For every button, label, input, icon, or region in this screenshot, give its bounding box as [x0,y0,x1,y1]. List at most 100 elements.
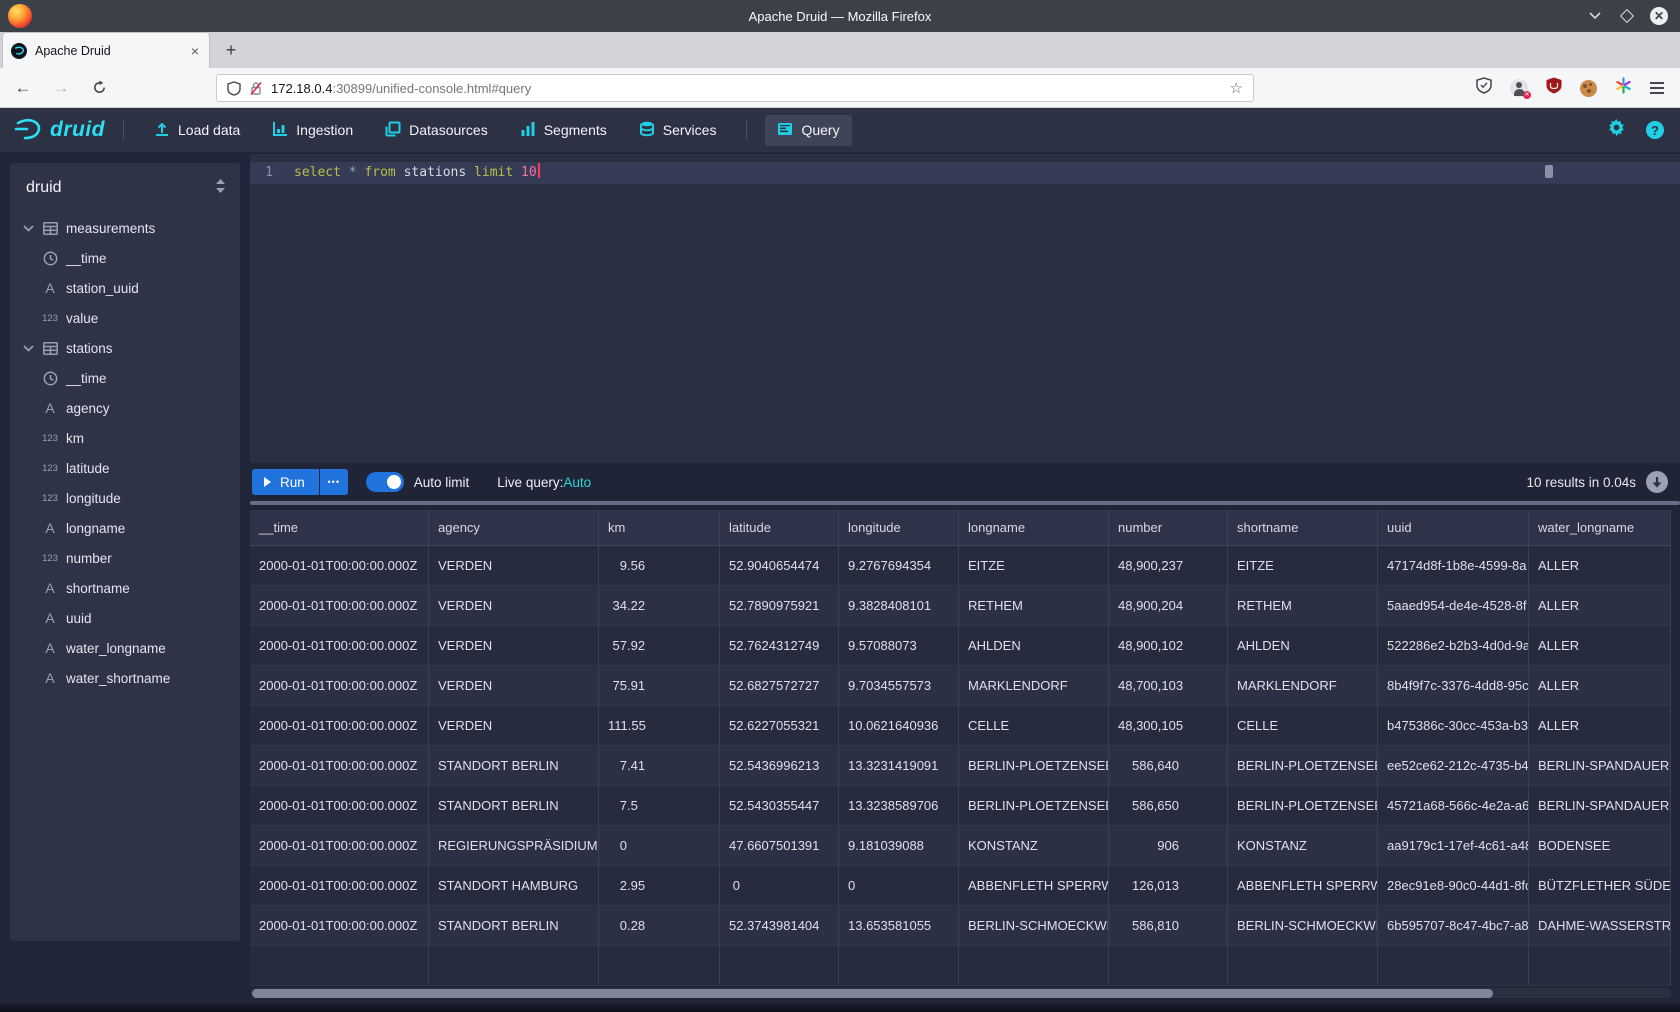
table-cell[interactable]: 8b4f9f7c-3376-4dd8-95c [1378,666,1529,706]
table-cell[interactable]: 13.3231419091 [839,746,959,786]
table-cell[interactable]: MARKLENDORF [1228,666,1378,706]
table-cell[interactable]: 7.41 [599,746,720,786]
table-cell[interactable]: BODENSEE [1529,826,1671,866]
table-cell[interactable]: BERLIN-PLOETZENSEE U [959,786,1109,826]
insecure-lock-icon[interactable] [249,81,263,96]
table-cell[interactable]: 2000-01-01T00:00:00.000Z [250,866,429,906]
table-cell[interactable]: 586,650 [1109,786,1228,826]
table-cell[interactable]: 52.6827572727 [720,666,839,706]
column-header-shortname[interactable]: shortname [1228,510,1378,546]
table-cell[interactable]: BERLIN-SCHMOECKWITZ [959,906,1109,946]
table-cell[interactable]: ALLER [1529,626,1671,666]
table-cell[interactable]: 2000-01-01T00:00:00.000Z [250,586,429,626]
sort-columns-icon[interactable] [215,179,226,198]
table-cell[interactable]: ABBENFLETH SPERRWEI [1228,866,1378,906]
horizontal-scrollbar-thumb[interactable] [252,989,1493,998]
nav-item-query[interactable]: Query [765,115,851,146]
column-header-agency[interactable]: agency [429,510,599,546]
table-cell[interactable]: RETHEM [1228,586,1378,626]
table-cell[interactable]: 5aaed954-de4e-4528-8f [1378,586,1529,626]
table-cell[interactable]: VERDEN [429,706,599,746]
table-cell[interactable]: 0.28 [599,906,720,946]
table-cell[interactable]: KONSTANZ [1228,826,1378,866]
help-icon[interactable]: ? [1646,121,1664,139]
resize-splitter[interactable] [250,501,1680,505]
window-minimize-icon[interactable] [1586,7,1604,25]
table-cell[interactable]: 47.6607501391 [720,826,839,866]
table-cell[interactable]: 10.0621640936 [839,706,959,746]
window-maximize-icon[interactable] [1618,7,1636,25]
table-cell[interactable]: VERDEN [429,626,599,666]
table-cell[interactable]: 6b595707-8c47-4bc7-a8 [1378,906,1529,946]
table-cell[interactable]: DAHME-WASSERSTRAS [1529,906,1671,946]
table-cell[interactable]: STANDORT BERLIN [429,746,599,786]
editor-scrollbar-thumb[interactable] [1545,165,1553,178]
table-cell[interactable]: 2000-01-01T00:00:00.000Z [250,746,429,786]
table-cell[interactable]: 48,900,237 [1109,546,1228,586]
nav-item-services[interactable]: Services [627,115,729,146]
table-cell[interactable]: 9.181039088 [839,826,959,866]
forward-button[interactable]: → [46,73,76,103]
window-close-icon[interactable]: ✕ [1650,7,1668,25]
table-cell[interactable]: STANDORT HAMBURG [429,866,599,906]
table-cell[interactable]: 47174d8f-1b8e-4599-8a [1378,546,1529,586]
column-header-uuid[interactable]: uuid [1378,510,1529,546]
tree-item-water-longname[interactable]: Awater_longname [10,633,240,663]
table-cell[interactable]: VERDEN [429,666,599,706]
extension-asterisk-icon[interactable] [1615,77,1632,99]
table-cell[interactable]: BERLIN-PLOETZENSEE C [959,746,1109,786]
column-header-longname[interactable]: longname [959,510,1109,546]
table-cell[interactable]: VERDEN [429,586,599,626]
table-cell[interactable]: 52.5430355447 [720,786,839,826]
column-header-longitude[interactable]: longitude [839,510,959,546]
browser-tab[interactable]: Apache Druid × [2,32,210,68]
table-cell[interactable]: b475386c-30cc-453a-b3 [1378,706,1529,746]
table-cell[interactable]: 52.3743981404 [720,906,839,946]
table-cell[interactable]: 2000-01-01T00:00:00.000Z [250,906,429,946]
tree-item-km[interactable]: 123km [10,423,240,453]
table-cell[interactable]: 9.56 [599,546,720,586]
table-cell[interactable]: 75.91 [599,666,720,706]
table-cell[interactable]: 48,300,105 [1109,706,1228,746]
table-cell[interactable]: 2000-01-01T00:00:00.000Z [250,666,429,706]
column-header-number[interactable]: number [1109,510,1228,546]
table-cell[interactable]: 45721a68-566c-4e2a-a6 [1378,786,1529,826]
table-cell[interactable]: ALLER [1529,706,1671,746]
run-more-button[interactable]: ••• [320,469,348,495]
table-cell[interactable]: STANDORT BERLIN [429,786,599,826]
table-cell[interactable]: RETHEM [959,586,1109,626]
table-cell[interactable]: EITZE [1228,546,1378,586]
table-cell[interactable]: 2000-01-01T00:00:00.000Z [250,826,429,866]
table-cell[interactable]: 2000-01-01T00:00:00.000Z [250,786,429,826]
download-icon[interactable] [1646,471,1668,493]
table-cell[interactable]: 48,700,103 [1109,666,1228,706]
url-text[interactable]: 172.18.0.4:30899/unified-console.html#qu… [271,81,1230,96]
tab-close-icon[interactable]: × [189,43,201,59]
table-cell[interactable]: 2.95 [599,866,720,906]
table-cell[interactable]: 0 [839,866,959,906]
chevron-down-icon[interactable] [21,225,35,232]
table-cell[interactable]: VERDEN [429,546,599,586]
bookmark-star-icon[interactable]: ☆ [1230,79,1243,97]
tree-item-longitude[interactable]: 123longitude [10,483,240,513]
tree-item-latitude[interactable]: 123latitude [10,453,240,483]
nav-item-segments[interactable]: Segments [508,115,619,146]
table-cell[interactable]: 52.6227055321 [720,706,839,746]
table-cell[interactable]: 522286e2-b2b3-4d0d-9a [1378,626,1529,666]
table-cell[interactable]: 48,900,102 [1109,626,1228,666]
run-button[interactable]: Run [252,469,319,495]
query-editor[interactable]: 1 select * from stations limit 10 [250,154,1680,463]
profile-avatar-icon[interactable]: ✕ [1510,79,1528,97]
table-cell[interactable]: 28ec91e8-90c0-44d1-8fc [1378,866,1529,906]
tree-item-value[interactable]: 123value [10,303,240,333]
table-cell[interactable]: ALLER [1529,586,1671,626]
table-cell[interactable]: ALLER [1529,666,1671,706]
table-cell[interactable]: 9.57088073 [839,626,959,666]
back-button[interactable]: ← [8,73,38,103]
table-cell[interactable]: 52.9040654474 [720,546,839,586]
table-cell[interactable]: 9.3828408101 [839,586,959,626]
table-cell[interactable]: 34.22 [599,586,720,626]
reload-button[interactable] [84,73,114,103]
tree-item-water-shortname[interactable]: Awater_shortname [10,663,240,693]
column-header-latitude[interactable]: latitude [720,510,839,546]
